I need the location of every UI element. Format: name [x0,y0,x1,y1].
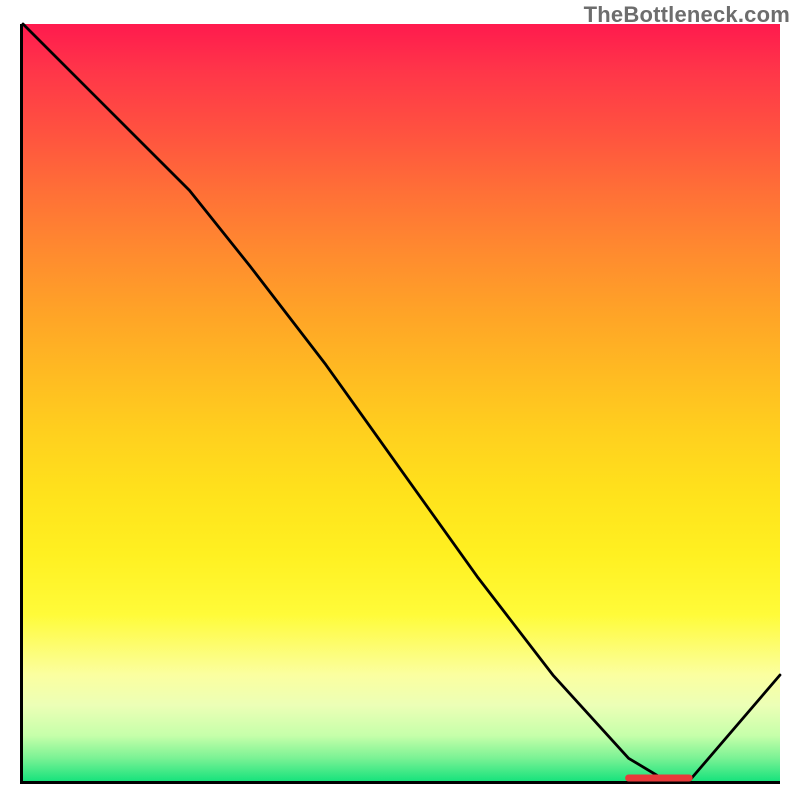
chart-plot-area [20,24,780,784]
chart-svg [23,24,780,781]
page-root: TheBottleneck.com [0,0,800,800]
bottleneck-curve-line [23,24,780,781]
